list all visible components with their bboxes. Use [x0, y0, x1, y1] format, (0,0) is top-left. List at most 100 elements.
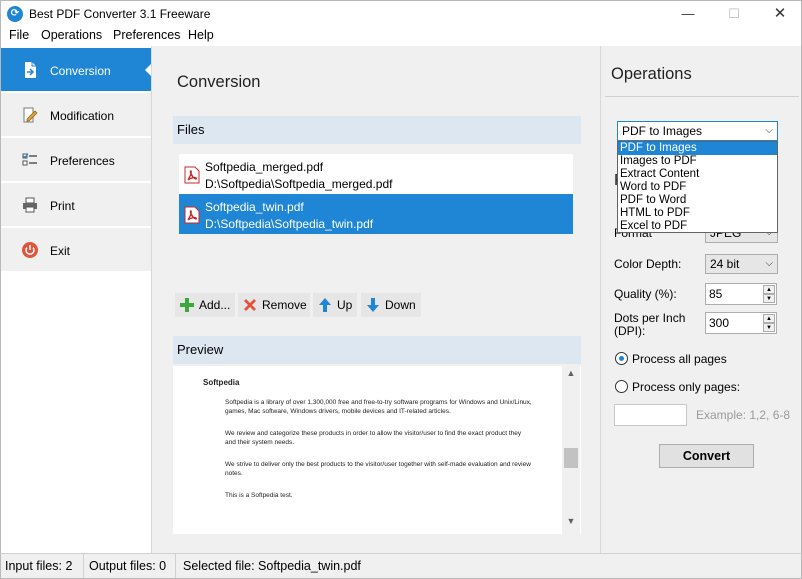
operation-dropdown-list[interactable]: PDF to Images Images to PDF Extract Cont…: [617, 141, 778, 233]
menu-preferences[interactable]: Preferences: [113, 28, 180, 42]
dropdown-option[interactable]: HTML to PDF: [618, 207, 777, 220]
sidebar-item-print[interactable]: Print: [1, 183, 152, 227]
dropdown-option[interactable]: PDF to Word: [618, 194, 777, 207]
dropdown-option[interactable]: Extract Content: [618, 168, 777, 181]
scroll-down-icon[interactable]: ▼: [562, 516, 580, 532]
process-only-radio[interactable]: [615, 380, 628, 393]
dropdown-option[interactable]: Excel to PDF: [618, 220, 777, 233]
preview-document: Softpedia Softpedia is a library of over…: [203, 378, 533, 512]
color-depth-select[interactable]: 24 bit ⌵: [705, 254, 778, 274]
add-file-button[interactable]: Add...: [175, 293, 235, 317]
maximize-button[interactable]: ☐: [711, 1, 757, 27]
preview-scrollbar[interactable]: ▲ ▼: [562, 366, 580, 534]
sidebar-item-exit[interactable]: Exit: [1, 228, 152, 272]
increment-icon[interactable]: ▲: [763, 314, 775, 323]
quality-stepper[interactable]: 85 ▲ ▼: [705, 283, 777, 305]
sidebar-item-label: Modification: [50, 109, 115, 123]
move-down-button[interactable]: Down: [361, 293, 421, 317]
pdf-preview[interactable]: Softpedia Softpedia is a library of over…: [173, 366, 581, 534]
operation-select[interactable]: PDF to Images ⌵: [617, 121, 778, 141]
operations-panel: Operations PDF to Images ⌵ P Format JPEG…: [600, 46, 802, 553]
dropdown-option[interactable]: PDF to Images: [618, 142, 777, 155]
remove-icon: [244, 299, 256, 311]
page-title: Conversion: [177, 73, 261, 91]
power-icon: [22, 242, 38, 258]
file-row[interactable]: Softpedia_twin.pdf D:\Softpedia\Softpedi…: [179, 194, 573, 234]
file-name: Softpedia_merged.pdf: [205, 160, 324, 174]
dpi-value: 300: [709, 316, 730, 330]
file-list[interactable]: Softpedia_merged.pdf D:\Softpedia\Softpe…: [173, 146, 581, 276]
minimize-button[interactable]: —: [665, 1, 711, 27]
convert-button[interactable]: Convert: [659, 444, 754, 468]
arrow-up-icon: [319, 298, 331, 312]
file-row[interactable]: Softpedia_merged.pdf D:\Softpedia\Softpe…: [179, 154, 573, 194]
sidebar-item-label: Print: [50, 199, 75, 213]
sidebar: Conversion Modification Preferences Prin…: [0, 46, 153, 553]
decrement-icon[interactable]: ▼: [763, 294, 775, 303]
sidebar-item-label: Exit: [50, 244, 71, 258]
plus-icon: [180, 298, 194, 312]
dpi-stepper[interactable]: 300 ▲ ▼: [705, 312, 777, 334]
modification-icon: [23, 107, 38, 123]
preferences-icon: [22, 153, 37, 166]
app-logo-icon: ⟳: [7, 6, 23, 22]
menu-operations[interactable]: Operations: [41, 28, 102, 42]
file-path: D:\Softpedia\Softpedia_merged.pdf: [205, 177, 393, 191]
preview-paragraph: We strive to deliver only the best produ…: [225, 460, 531, 478]
dpi-label-line1: Dots per Inch: [614, 311, 686, 325]
dropdown-option[interactable]: Word to PDF: [618, 181, 777, 194]
process-all-label[interactable]: Process all pages: [632, 352, 727, 366]
up-label: Up: [337, 298, 353, 312]
down-label: Down: [385, 298, 416, 312]
quality-label: Quality (%):: [614, 287, 677, 301]
sidebar-item-modification[interactable]: Modification: [1, 93, 152, 137]
sidebar-item-preferences[interactable]: Preferences: [1, 138, 152, 182]
close-button[interactable]: ✕: [757, 1, 802, 27]
preview-header: Preview: [173, 336, 581, 364]
conversion-icon: [25, 62, 36, 78]
decrement-icon[interactable]: ▼: [763, 323, 775, 332]
preview-paragraph: Softpedia is a library of over 1,300,000…: [225, 398, 532, 416]
preview-doc-title: Softpedia: [203, 378, 240, 387]
sidebar-item-conversion[interactable]: Conversion: [1, 48, 153, 92]
add-label: Add...: [199, 298, 231, 312]
increment-icon[interactable]: ▲: [763, 285, 775, 294]
menu-file[interactable]: File: [9, 28, 29, 42]
operations-title: Operations: [611, 65, 692, 83]
pdf-file-icon: [184, 166, 200, 184]
output-files-count: Output files: 0: [89, 559, 167, 573]
status-divider: [175, 554, 176, 578]
scroll-up-icon[interactable]: ▲: [562, 368, 580, 384]
menu-help[interactable]: Help: [188, 28, 214, 42]
move-up-button[interactable]: Up: [313, 293, 357, 317]
quality-value: 85: [709, 287, 723, 301]
operation-select-value: PDF to Images: [622, 124, 703, 138]
input-files-count: Input files: 2: [5, 559, 73, 573]
file-path: D:\Softpedia\Softpedia_twin.pdf: [205, 217, 374, 231]
arrow-down-icon: [367, 298, 379, 312]
file-name: Softpedia_twin.pdf: [205, 200, 304, 214]
preview-paragraph: We review and categorize these products …: [225, 429, 522, 447]
chevron-down-icon: ⌵: [765, 258, 773, 269]
title-bar: ⟳ Best PDF Converter 3.1 Freeware — ☐ ✕: [0, 0, 802, 26]
pages-input[interactable]: [614, 404, 687, 426]
printer-icon: [23, 197, 37, 213]
process-all-radio[interactable]: [615, 352, 628, 365]
color-depth-label: Color Depth:: [614, 257, 682, 271]
dropdown-option[interactable]: Images to PDF: [618, 155, 777, 168]
color-depth-value: 24 bit: [710, 257, 740, 271]
process-only-label[interactable]: Process only pages:: [632, 380, 740, 394]
divider: [605, 96, 799, 97]
dpi-label-line2: (DPI):: [614, 324, 646, 338]
window-title: Best PDF Converter 3.1 Freeware: [29, 7, 211, 21]
selected-file-status: Selected file: Softpedia_twin.pdf: [183, 559, 361, 573]
menu-bar: File Operations Preferences Help: [0, 26, 802, 46]
chevron-down-icon: ⌵: [765, 125, 773, 136]
scroll-thumb[interactable]: [564, 448, 578, 468]
remove-file-button[interactable]: Remove: [238, 293, 310, 317]
pages-example-hint: Example: 1,2, 6-8: [696, 408, 791, 422]
status-divider: [83, 554, 84, 578]
sidebar-item-label: Conversion: [50, 64, 111, 78]
remove-label: Remove: [262, 298, 307, 312]
sidebar-item-label: Preferences: [50, 154, 115, 168]
